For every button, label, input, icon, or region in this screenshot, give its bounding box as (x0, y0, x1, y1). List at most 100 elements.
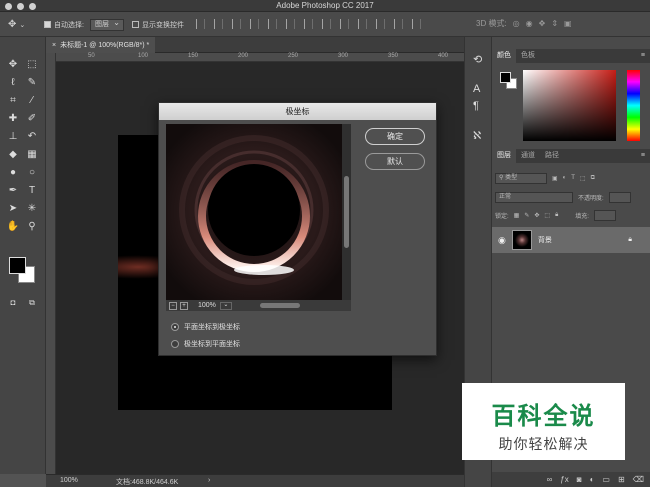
adjustment-layer-icon[interactable]: ◐ (590, 475, 595, 484)
healing-tool-icon[interactable]: ✚ (5, 112, 21, 126)
lock-pixels-icon[interactable]: ▦ (514, 212, 520, 219)
tab-layers[interactable]: 图层 (492, 149, 516, 163)
distribute-vcenter-icon[interactable] (268, 19, 277, 29)
crop-tool-icon[interactable]: ⌗ (5, 94, 21, 108)
hue-slider[interactable] (627, 70, 640, 141)
slide-3d-icon[interactable]: ⇕ (551, 19, 558, 28)
layer-mask-icon[interactable]: ◙ (577, 475, 582, 484)
move-tool-preset[interactable]: ✥ ⌄ (8, 18, 25, 31)
pan-3d-icon[interactable]: ✥ (539, 19, 546, 28)
layer-row[interactable]: ◉ 背景 🔒︎ (492, 227, 650, 253)
filter-pixel-icon[interactable]: ▣ (552, 175, 558, 182)
auto-align-icon[interactable] (412, 19, 421, 29)
hand-tool-icon[interactable]: ✋ (5, 220, 21, 234)
ok-button[interactable]: 确定 (365, 128, 425, 145)
filter-shape-icon[interactable]: ⬚ (580, 175, 586, 182)
distribute-left-icon[interactable] (358, 19, 367, 29)
preview-vertical-scrollbar[interactable] (342, 124, 351, 300)
color-field[interactable] (523, 70, 616, 141)
tab-channels[interactable]: 通道 (516, 149, 540, 163)
blend-mode-select[interactable]: 正常 (495, 191, 573, 203)
quick-select-tool-icon[interactable]: ✎ (24, 76, 40, 90)
rect-to-polar-option[interactable]: 平面坐标到极坐标 (171, 322, 240, 332)
status-zoom[interactable]: 100% (60, 477, 78, 484)
lock-artboard-icon[interactable]: ⬚ (544, 212, 550, 219)
quick-mask-icon[interactable]: ◘ (5, 296, 21, 310)
eyedropper-tool-icon[interactable]: ⁄ (24, 94, 40, 108)
tab-swatches[interactable]: 色板 (516, 49, 540, 63)
stamp-tool-icon[interactable]: ⊥ (5, 130, 21, 144)
align-right-icon[interactable] (340, 19, 349, 29)
auto-select-option[interactable]: 自动选择: (44, 18, 84, 31)
lock-all-icon[interactable]: 🔒︎ (555, 212, 558, 219)
lasso-tool-icon[interactable]: ℓ (5, 76, 21, 90)
distribute-right-icon[interactable] (394, 19, 403, 29)
zoom-menu-button[interactable]: ⌄ (219, 301, 232, 310)
align-top-icon[interactable] (196, 19, 205, 29)
foreground-color-swatch[interactable] (9, 257, 26, 274)
show-transform-option[interactable]: 显示变换控件 (132, 18, 184, 31)
link-layers-icon[interactable]: ∞ (547, 475, 553, 484)
zoom-in-button[interactable]: + (180, 301, 188, 310)
filter-smart-icon[interactable]: ⧉ (591, 175, 595, 182)
zoom-out-button[interactable]: − (169, 301, 177, 310)
distribute-bottom-icon[interactable] (286, 19, 295, 29)
marquee-tool-icon[interactable]: ⬚ (24, 58, 40, 72)
layer-filter-kind[interactable]: ⚲ 类型 (495, 172, 547, 184)
paragraph-panel-icon[interactable]: ¶ (473, 100, 479, 112)
filter-adjust-icon[interactable]: ◐ (563, 175, 567, 181)
auto-select-checkbox[interactable] (44, 21, 51, 28)
blur-tool-icon[interactable]: ● (5, 166, 21, 180)
gradient-tool-icon[interactable]: ▦ (24, 148, 40, 162)
document-tab[interactable]: × 未标题-1 @ 100%(RGB/8*) * (46, 37, 156, 53)
lock-paint-icon[interactable]: ✎ (524, 212, 529, 219)
history-brush-tool-icon[interactable]: ↶ (24, 130, 40, 144)
new-layer-icon[interactable]: ⊞ (618, 475, 625, 484)
preview-horizontal-scrollbar[interactable] (259, 303, 300, 308)
auto-select-target-select[interactable]: 图层 (90, 18, 124, 31)
align-vcenter-icon[interactable] (214, 19, 223, 29)
visibility-eye-icon[interactable]: ◉ (498, 235, 506, 246)
tab-color[interactable]: 颜色 (492, 49, 516, 63)
status-menu-arrow[interactable]: › (208, 477, 210, 484)
eraser-tool-icon[interactable]: ◆ (5, 148, 21, 162)
tab-paths[interactable]: 路径 (540, 149, 564, 163)
rect-to-polar-radio[interactable] (171, 323, 179, 331)
align-bottom-icon[interactable] (232, 19, 241, 29)
panel-menu-icon[interactable]: ≡ (636, 149, 650, 163)
pen-tool-icon[interactable]: ✒ (5, 184, 21, 198)
history-panel-icon[interactable]: ⟲ (473, 53, 482, 66)
distribute-hcenter-icon[interactable] (376, 19, 385, 29)
show-transform-checkbox[interactable] (132, 21, 139, 28)
zoom-tool-icon[interactable]: ⚲ (24, 220, 40, 234)
type-tool-icon[interactable]: T (24, 184, 40, 198)
align-hcenter-icon[interactable] (322, 19, 331, 29)
roll-3d-icon[interactable]: ◉ (526, 19, 533, 28)
scroll-thumb[interactable] (344, 176, 349, 248)
new-group-icon[interactable]: ▭ (602, 475, 610, 484)
layer-style-icon[interactable]: ƒx (560, 475, 568, 484)
move-tool-icon[interactable]: ✥ (5, 58, 21, 72)
align-left-icon[interactable] (304, 19, 313, 29)
opacity-input[interactable] (608, 191, 631, 203)
polar-to-rect-option[interactable]: 极坐标到平面坐标 (171, 339, 240, 349)
polar-to-rect-radio[interactable] (171, 340, 179, 348)
panel-menu-icon[interactable]: ≡ (636, 49, 650, 63)
scale-3d-icon[interactable]: ▣ (564, 19, 572, 28)
glyphs-panel-icon[interactable]: ℵ (473, 129, 481, 142)
dodge-tool-icon[interactable]: ○ (24, 166, 40, 180)
character-panel-icon[interactable]: A (473, 83, 480, 95)
screen-mode-icon[interactable]: ⧉ (24, 296, 40, 310)
filter-type-icon[interactable]: T (571, 175, 575, 181)
distribute-top-icon[interactable] (250, 19, 259, 29)
close-icon[interactable]: × (52, 42, 56, 49)
fill-input[interactable] (593, 209, 616, 221)
delete-layer-icon[interactable]: ⌫ (633, 475, 644, 484)
brush-tool-icon[interactable]: ✐ (24, 112, 40, 126)
lock-move-icon[interactable]: ✥ (534, 212, 539, 219)
filter-preview[interactable] (166, 124, 342, 300)
shape-tool-icon[interactable]: ✳ (24, 202, 40, 216)
default-button[interactable]: 默认 (365, 153, 425, 170)
orbit-3d-icon[interactable]: ◎ (513, 19, 520, 28)
path-select-tool-icon[interactable]: ➤ (5, 202, 21, 216)
